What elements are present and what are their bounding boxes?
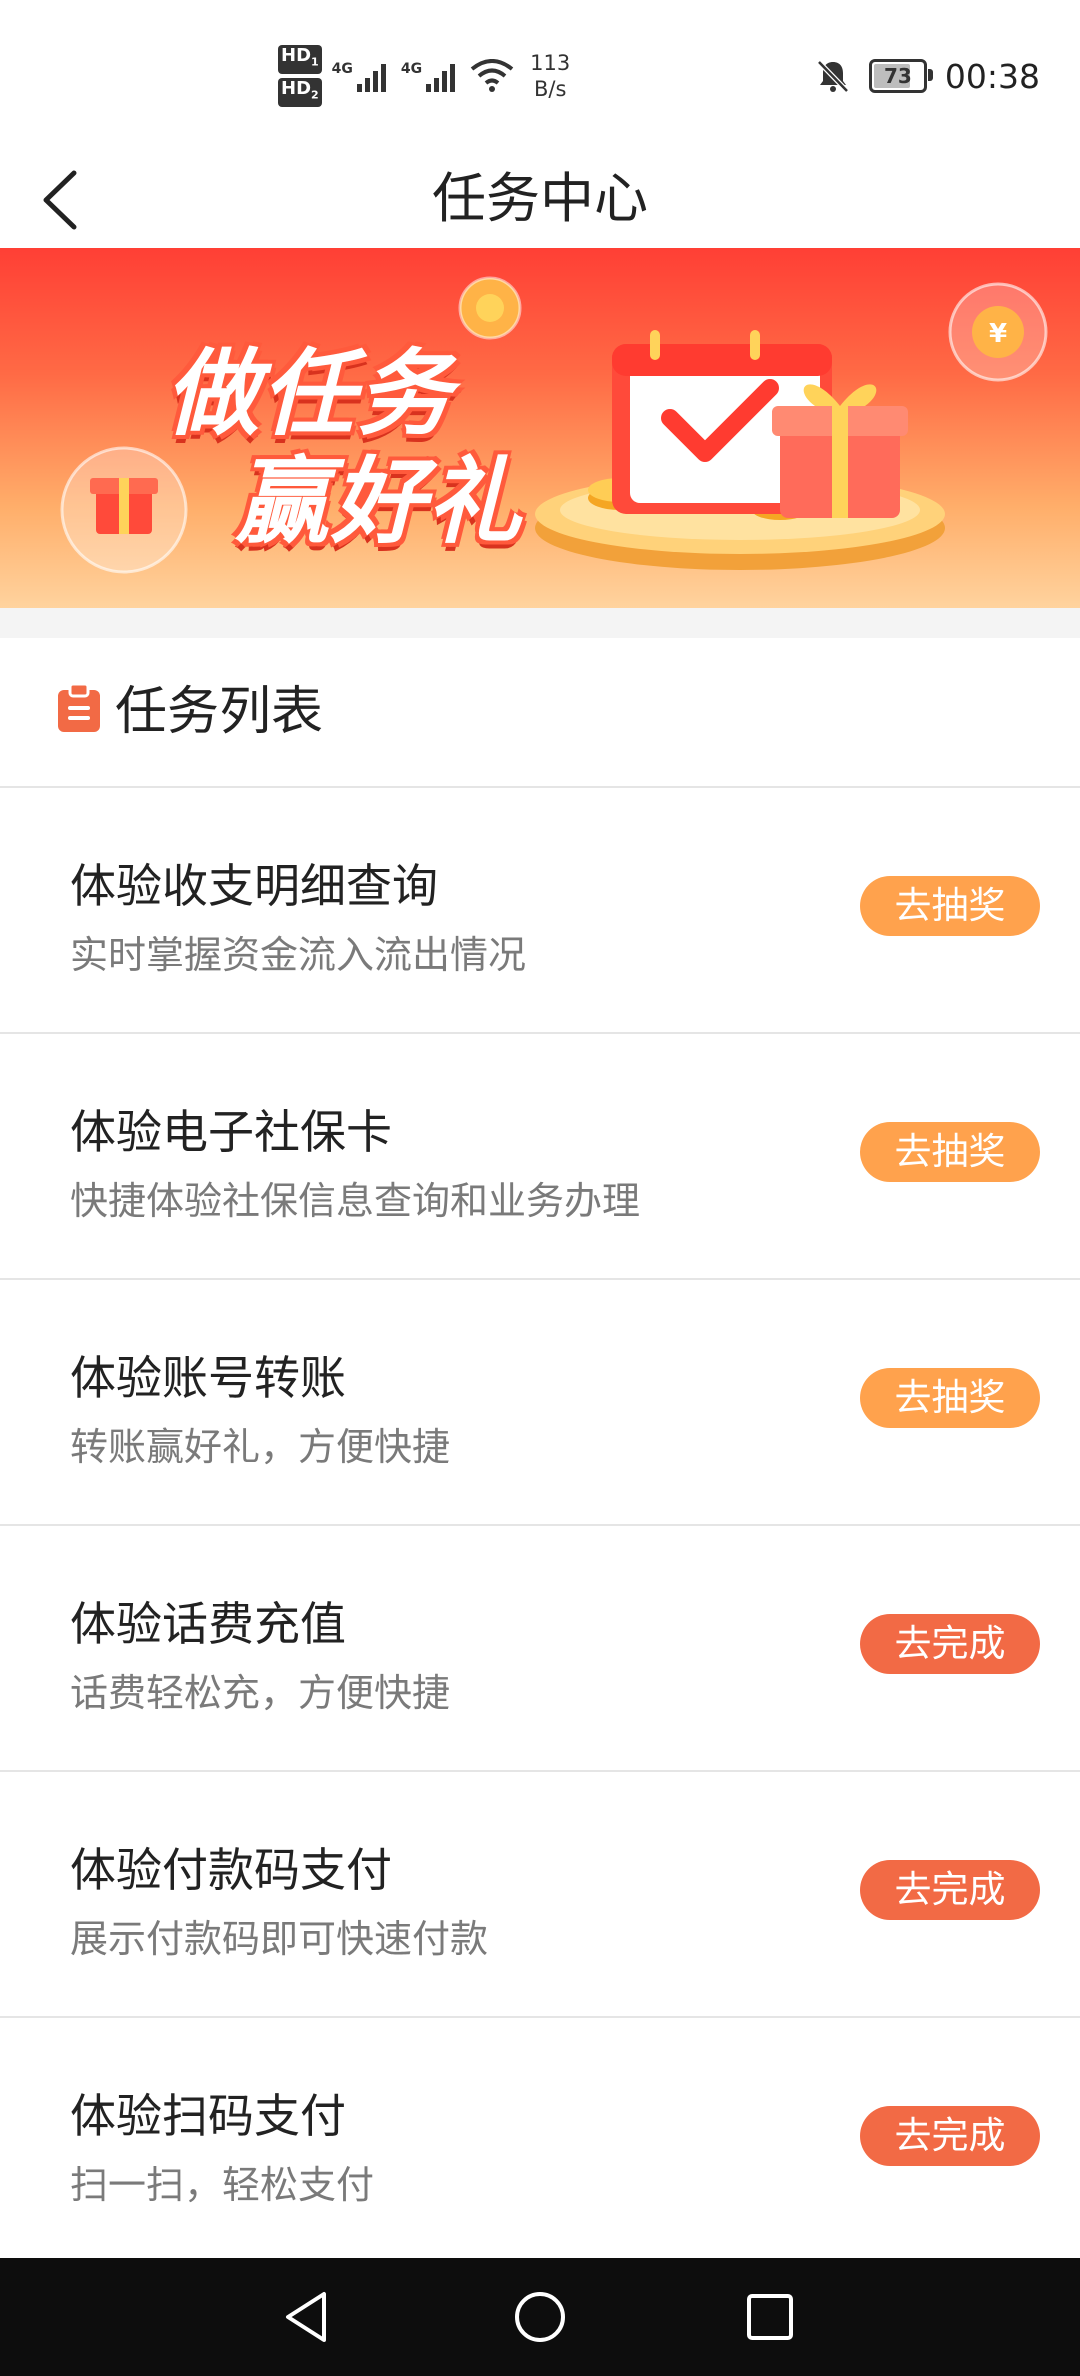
status-right-group: 73 00:38 [815, 52, 1040, 100]
signal-icon-2 [426, 64, 456, 92]
section-divider [0, 608, 1080, 638]
wifi-icon [470, 59, 514, 92]
bell-muted-icon [817, 60, 849, 93]
section-title: 任务列表 [115, 682, 324, 742]
task-title: 体验收支明细查询 [70, 859, 438, 913]
task-action-button[interactable]: 去抽奖 [860, 876, 1040, 936]
task-item: 体验付款码支付 展示付款码即可快速付款 去完成 [0, 1772, 1080, 2018]
app-header: 任务中心 [0, 150, 1080, 248]
task-title: 体验话费充值 [70, 1597, 346, 1651]
task-item: 体验扫码支付 扫一扫，轻松支付 去完成 [0, 2018, 1080, 2262]
network-type-2: 4G [400, 61, 423, 77]
task-list: 体验收支明细查询 实时掌握资金流入流出情况 去抽奖 体验电子社保卡 快捷体验社保… [0, 788, 1080, 2262]
task-description: 展示付款码即可快速付款 [70, 1917, 489, 1961]
task-description: 转账赢好礼，方便快捷 [70, 1425, 451, 1469]
task-item: 体验电子社保卡 快捷体验社保信息查询和业务办理 去抽奖 [0, 1034, 1080, 1280]
task-action-button[interactable]: 去抽奖 [860, 1368, 1040, 1428]
status-left-group: HD1 HD2 4G 4G 113 B/s [278, 44, 570, 108]
hd2-icon: HD2 [278, 78, 322, 107]
circle-home-icon [515, 2292, 565, 2342]
battery-icon: 73 [868, 59, 933, 93]
task-item: 体验账号转账 转账赢好礼，方便快捷 去抽奖 [0, 1280, 1080, 1526]
nav-back-button[interactable] [272, 2282, 342, 2352]
speed-unit: B/s [533, 77, 567, 101]
square-recents-icon [747, 2294, 793, 2340]
signal-icon-1 [356, 64, 386, 92]
promo-banner[interactable]: ¥ 做任务 赢好礼 [0, 248, 1080, 608]
triangle-back-icon [286, 2292, 326, 2342]
page-title: 任务中心 [432, 167, 648, 230]
nav-home-button[interactable] [505, 2282, 575, 2352]
task-action-button[interactable]: 去抽奖 [860, 1122, 1040, 1182]
task-title: 体验扫码支付 [70, 2089, 346, 2143]
task-action-button[interactable]: 去完成 [860, 1860, 1040, 1920]
hd1-icon: HD1 [278, 45, 322, 74]
banner-line-2: 赢好礼 [235, 448, 524, 557]
clipboard-icon [58, 682, 100, 732]
task-list-header: 任务列表 [0, 638, 1080, 788]
battery-level: 73 [883, 64, 912, 88]
system-nav-bar [0, 2258, 1080, 2376]
banner-illustration: ¥ [60, 276, 1048, 574]
task-title: 体验账号转账 [70, 1351, 346, 1405]
nav-recents-button[interactable] [735, 2282, 805, 2352]
task-description: 扫一扫，轻松支付 [70, 2163, 375, 2207]
task-title: 体验电子社保卡 [70, 1105, 392, 1159]
task-description: 话费轻松充，方便快捷 [70, 1671, 451, 1715]
task-description: 快捷体验社保信息查询和业务办理 [70, 1179, 641, 1223]
task-item: 体验收支明细查询 实时掌握资金流入流出情况 去抽奖 [0, 788, 1080, 1034]
status-bar: HD1 HD2 4G 4G 113 B/s 73 00:38 [0, 0, 1080, 150]
svg-text:¥: ¥ [989, 319, 1007, 349]
task-item: 体验话费充值 话费轻松充，方便快捷 去完成 [0, 1526, 1080, 1772]
clock: 00:38 [944, 56, 1040, 96]
hd-indicators: HD1 HD2 [278, 45, 322, 107]
task-action-button[interactable]: 去完成 [860, 1614, 1040, 1674]
task-title: 体验付款码支付 [70, 1843, 392, 1897]
task-action-button[interactable]: 去完成 [860, 2106, 1040, 2166]
speed-value: 113 [530, 51, 571, 75]
task-description: 实时掌握资金流入流出情况 [70, 933, 527, 977]
network-speed: 113 B/s [530, 50, 570, 102]
network-type-1: 4G [331, 61, 353, 77]
